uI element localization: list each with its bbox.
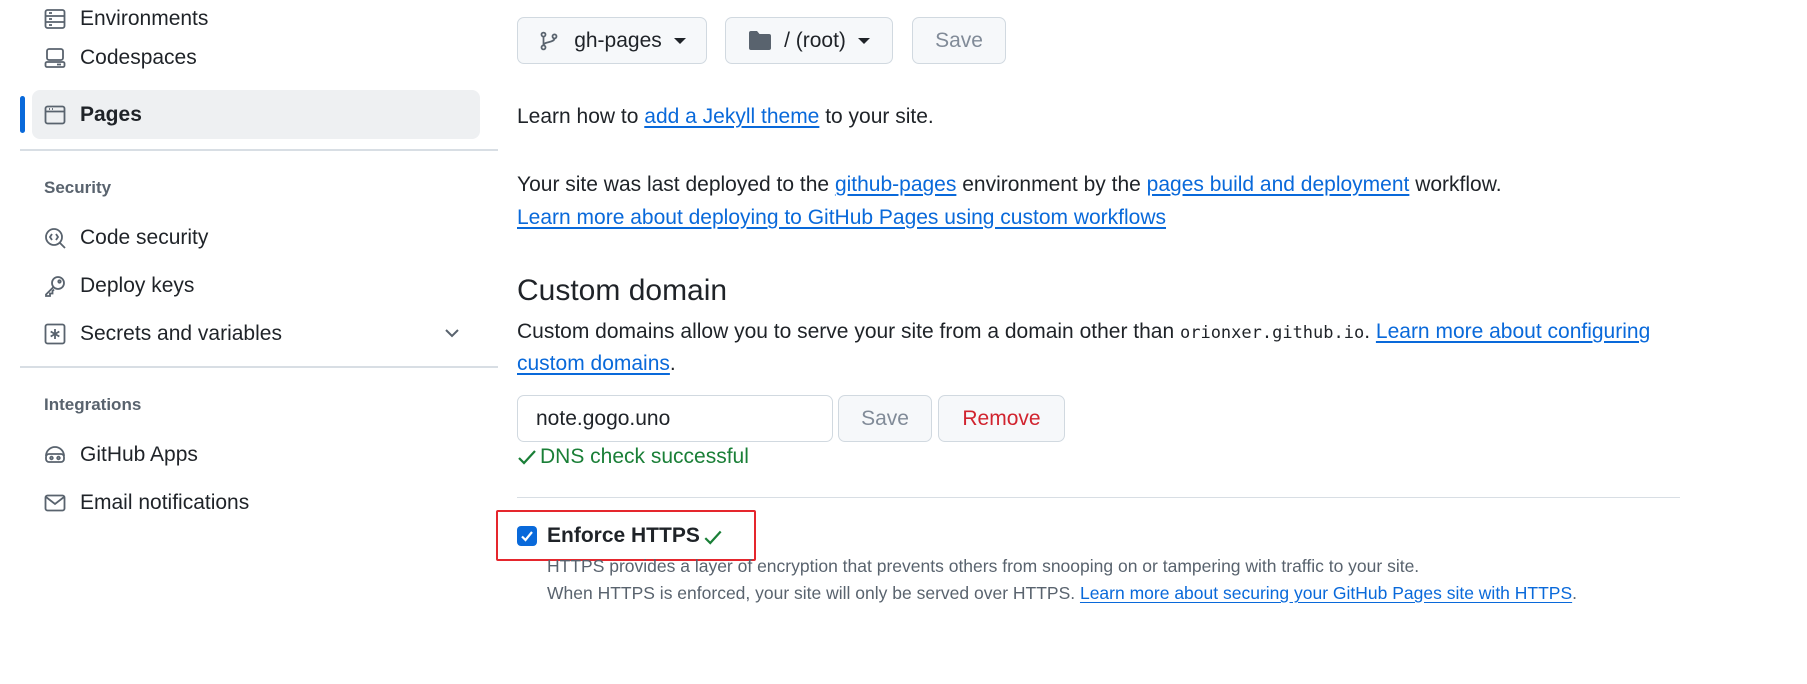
active-indicator	[20, 96, 25, 133]
sidebar-item-email-notifications[interactable]: Email notifications	[32, 478, 480, 527]
custom-domain-input[interactable]	[517, 395, 833, 442]
server-icon	[42, 6, 68, 32]
branch-label: gh-pages	[574, 28, 662, 52]
github-pages-environment-link[interactable]: github-pages	[835, 173, 956, 196]
deploy-learn-more: Learn more about deploying to GitHub Pag…	[517, 206, 1166, 230]
https-description: HTTPS provides a layer of encryption tha…	[547, 556, 1420, 576]
sidebar-item-label: Code security	[80, 225, 209, 249]
sidebar-item-codespaces[interactable]: Codespaces	[32, 33, 480, 82]
check-icon	[517, 447, 537, 467]
dns-check-status: DNS check successful	[517, 445, 749, 469]
git-branch-icon	[538, 30, 560, 52]
sidebar-item-label: Secrets and variables	[80, 321, 282, 345]
browser-icon	[42, 102, 68, 128]
check-icon	[702, 526, 724, 548]
sidebar-item-label: GitHub Apps	[80, 442, 198, 466]
folder-icon	[748, 30, 772, 52]
branch-select-button[interactable]: gh-pages	[517, 17, 707, 64]
sidebar-divider	[20, 366, 498, 368]
default-domain: orionxer.github.io	[1179, 323, 1365, 343]
folder-select-button[interactable]: / (root)	[725, 17, 893, 64]
sidebar-item-pages[interactable]: Pages	[32, 90, 480, 139]
codespaces-icon	[42, 45, 68, 71]
securing-pages-https-link[interactable]: Learn more about securing your GitHub Pa…	[1080, 583, 1572, 603]
configure-custom-domains-link[interactable]: Learn more about configuring	[1376, 320, 1650, 343]
sidebar-item-deploy-keys[interactable]: Deploy keys	[32, 261, 480, 310]
deploy-status-text: Your site was last deployed to the githu…	[517, 173, 1502, 196]
codescan-icon	[42, 225, 68, 251]
sidebar-divider	[20, 149, 498, 151]
pages-build-deployment-link[interactable]: pages build and deployment	[1147, 173, 1410, 196]
configure-custom-domains-link[interactable]: custom domains	[517, 352, 670, 375]
custom-domain-description-cont: custom domains.	[517, 352, 676, 375]
key-icon	[42, 273, 68, 299]
section-divider	[517, 497, 1680, 498]
enforce-https-checkbox[interactable]	[517, 526, 537, 546]
sidebar-item-label: Deploy keys	[80, 273, 195, 297]
custom-domain-save-button[interactable]: Save	[838, 395, 932, 442]
https-enforced-note: When HTTPS is enforced, your site will o…	[547, 583, 1578, 603]
enforce-https-label[interactable]: Enforce HTTPS	[547, 524, 700, 548]
jekyll-theme-text: Learn how to add a Jekyll theme to your …	[517, 105, 934, 128]
chevron-down-icon[interactable]	[442, 323, 462, 349]
hubot-icon	[42, 442, 68, 468]
sidebar-item-code-security[interactable]: Code security	[32, 213, 480, 262]
mail-icon	[42, 490, 68, 516]
add-jekyll-theme-link[interactable]: add a Jekyll theme	[644, 105, 819, 128]
caret-down-icon	[857, 37, 870, 44]
custom-domain-heading: Custom domain	[517, 274, 728, 307]
sidebar-item-label: Email notifications	[80, 490, 250, 514]
sidebar-item-label: Pages	[80, 102, 142, 126]
source-save-button[interactable]: Save	[912, 17, 1006, 64]
caret-down-icon	[673, 37, 686, 44]
sidebar-item-secrets-and-variables[interactable]: Secrets and variables	[32, 309, 480, 358]
sidebar-item-label: Codespaces	[80, 45, 197, 69]
sidebar-section-security: Security	[44, 178, 112, 197]
custom-workflows-learn-more-link[interactable]: Learn more about deploying to GitHub Pag…	[517, 206, 1166, 229]
custom-domain-description: Custom domains allow you to serve your s…	[517, 320, 1651, 343]
folder-label: / (root)	[784, 28, 846, 52]
asterisk-icon	[42, 321, 68, 347]
sidebar-section-integrations: Integrations	[44, 395, 142, 414]
sidebar-item-github-apps[interactable]: GitHub Apps	[32, 430, 480, 479]
remove-domain-button[interactable]: Remove	[938, 395, 1065, 442]
sidebar-item-label: Environments	[80, 6, 209, 30]
